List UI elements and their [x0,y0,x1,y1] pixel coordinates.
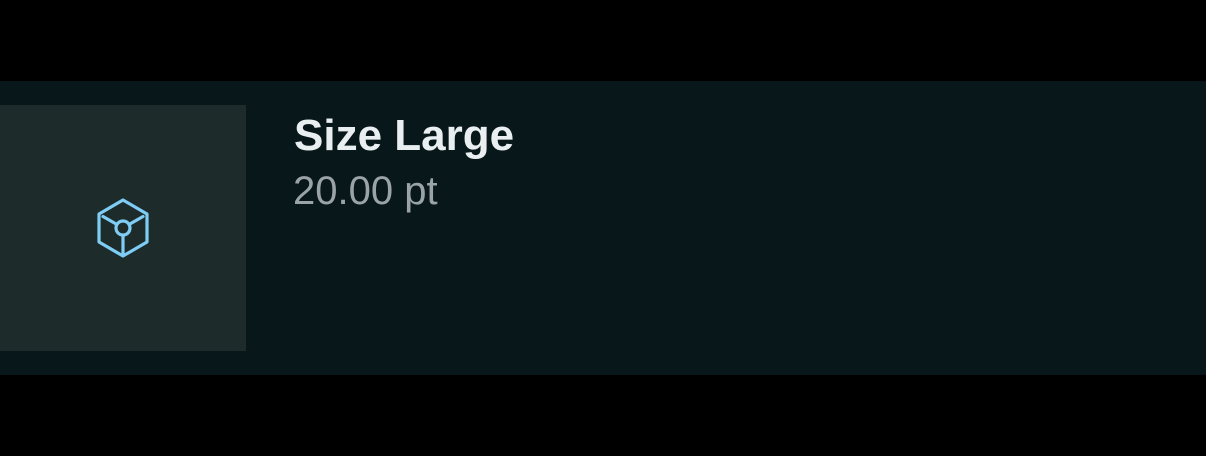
item-value: 20.00 pt [293,169,438,213]
cube-icon [94,197,152,259]
list-item-size-large[interactable]: Size Large 20.00 pt [0,81,1206,375]
item-thumbnail [0,105,246,351]
item-title: Size Large [294,111,515,160]
